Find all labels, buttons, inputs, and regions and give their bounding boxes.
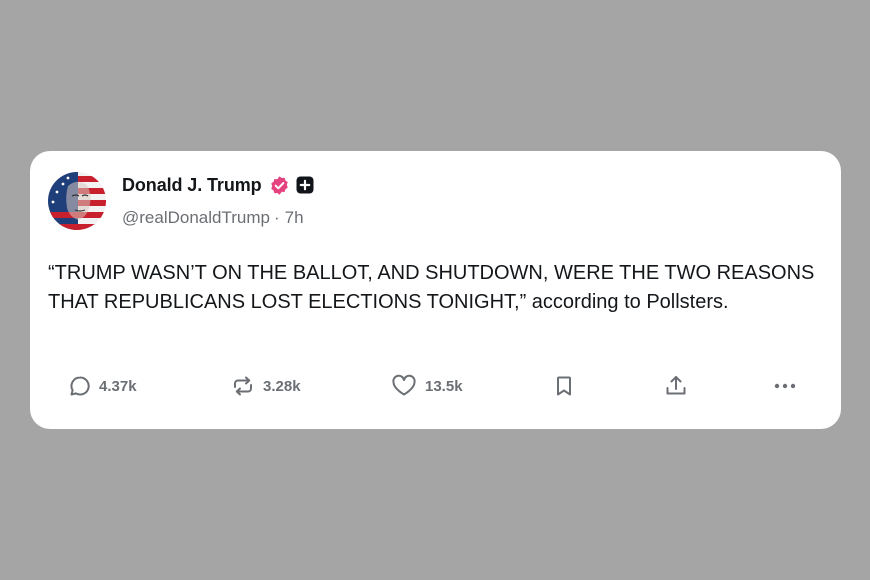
reply-count: 4.37k xyxy=(99,377,137,395)
heart-icon xyxy=(390,374,418,398)
verified-badge-icon xyxy=(269,175,290,196)
share-icon xyxy=(663,373,689,399)
repost-count: 3.28k xyxy=(263,377,301,395)
like-count: 13.5k xyxy=(425,377,463,395)
plus-badge-icon xyxy=(296,176,314,194)
like-button[interactable]: 13.5k xyxy=(390,369,463,403)
post-actions: 4.37k 3.28k 13.5k xyxy=(30,369,841,403)
bookmark-icon xyxy=(552,374,576,398)
author-handle[interactable]: @realDonaldTrump xyxy=(122,208,270,227)
author-name-row: Donald J. Trump xyxy=(122,173,314,197)
avatar[interactable] xyxy=(48,172,106,230)
repost-button[interactable]: 3.28k xyxy=(230,369,301,403)
more-options-button[interactable] xyxy=(772,369,798,403)
share-button[interactable] xyxy=(663,369,689,403)
reply-icon xyxy=(68,374,92,398)
meta-separator: · xyxy=(273,208,280,227)
avatar-image xyxy=(48,172,106,230)
post-text: “TRUMP WASN’T ON THE BALLOT, AND SHUTDOW… xyxy=(48,262,815,313)
post-card: Donald J. Trump @realDonaldTrump · 7h “TRU… xyxy=(30,151,841,429)
author-display-name[interactable]: Donald J. Trump xyxy=(122,175,262,196)
reply-button[interactable]: 4.37k xyxy=(68,369,137,403)
post-timestamp[interactable]: 7h xyxy=(285,208,304,227)
author-meta: @realDonaldTrump · 7h xyxy=(122,208,304,228)
more-options-icon xyxy=(772,374,798,398)
bookmark-button[interactable] xyxy=(552,369,576,403)
repost-icon xyxy=(230,374,256,398)
